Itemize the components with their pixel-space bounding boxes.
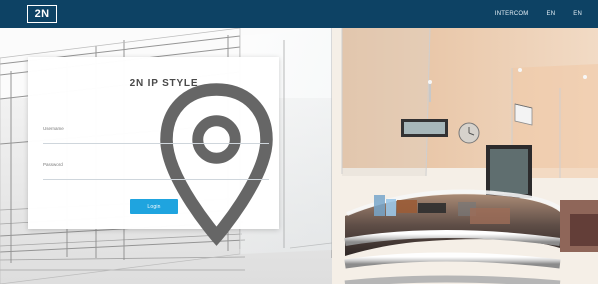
login-card: 2N IP STYLE Username Password Login	[28, 57, 279, 246]
login-button-label: Login	[147, 203, 161, 210]
username-label: Username	[43, 126, 64, 131]
2n-logo: 2N	[27, 5, 57, 23]
top-bar: 2N INTERCOM EN EN	[0, 0, 598, 28]
password-field[interactable]: Password	[43, 157, 269, 180]
app-window: 2N INTERCOM EN EN 2N IP STYLE Username P…	[0, 0, 598, 284]
nav-item-language-secondary[interactable]: EN	[573, 11, 582, 17]
login-button[interactable]: Login	[130, 199, 178, 214]
nav-item-language[interactable]: EN	[547, 11, 556, 17]
username-field[interactable]: Username	[43, 121, 269, 144]
top-navigation: INTERCOM EN EN	[495, 0, 582, 28]
nav-item-intercom[interactable]: INTERCOM	[495, 11, 529, 17]
logo-text: 2N	[34, 7, 50, 20]
background-scene: 2N IP STYLE Username Password Login	[0, 28, 598, 284]
password-label: Password	[43, 162, 63, 167]
